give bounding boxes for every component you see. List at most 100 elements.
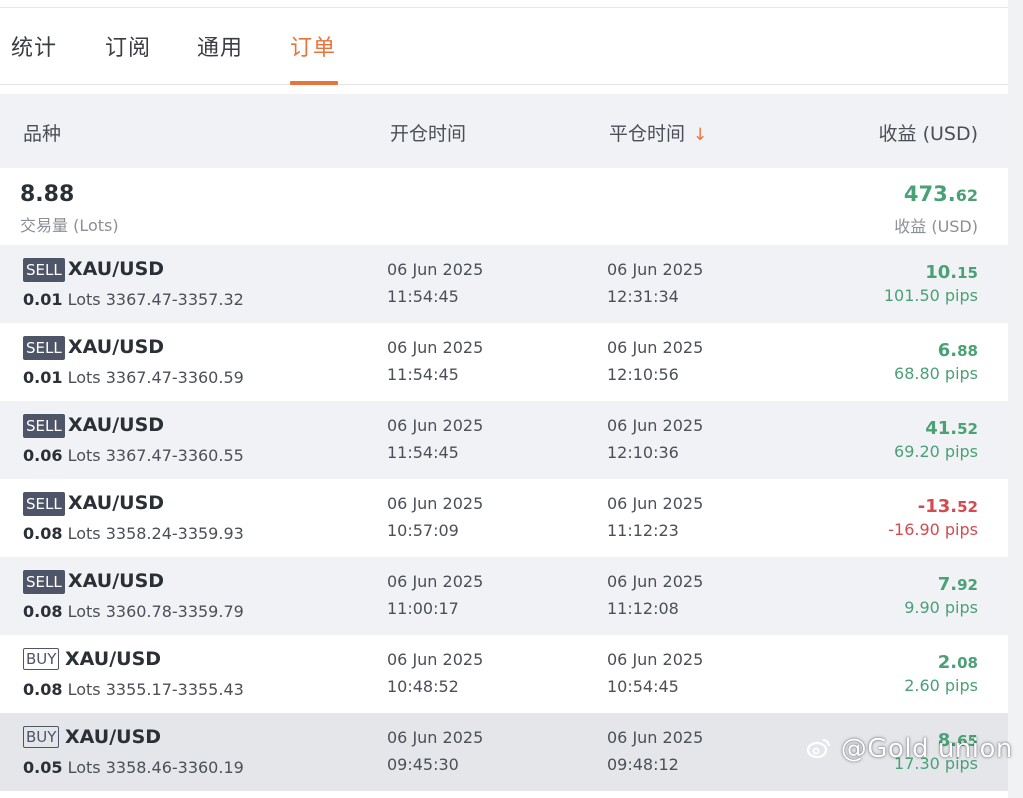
open-date: 06 Jun 2025 (387, 728, 484, 747)
close-date: 06 Jun 2025 (607, 650, 704, 669)
order-symbol: XAU/USD (65, 726, 162, 748)
close-date: 06 Jun 2025 (607, 572, 704, 591)
order-lots-unit: Lots (67, 290, 101, 309)
open-time-cell: 06 Jun 2025 11:54:45 (387, 256, 483, 310)
close-date: 06 Jun 2025 (607, 338, 704, 357)
order-profit: 10.15 (925, 262, 978, 283)
order-profit-dec: 92 (957, 576, 978, 594)
order-lots-line: 0.06 Lots 3367.47-3360.55 (23, 446, 244, 465)
tab-general[interactable]: 通用 (197, 30, 243, 62)
order-profit: 2.08 (938, 652, 978, 673)
summary-row: 8.88 交易量 (Lots) 473.62 收益 (USD) (0, 168, 1008, 245)
order-symbol: XAU/USD (68, 336, 165, 358)
close-time: 12:10:56 (607, 365, 679, 384)
side-badge: SELL (23, 258, 65, 282)
order-lots-unit: Lots (67, 602, 101, 621)
open-date: 06 Jun 2025 (387, 572, 484, 591)
orders-table: 品种 开仓时间 平仓时间 ↓ 收益 (USD) 8.88 交易量 (Lots) 4… (0, 94, 1008, 791)
tab-subscription[interactable]: 订阅 (105, 30, 151, 62)
close-date: 06 Jun 2025 (607, 260, 704, 279)
open-time-cell: 06 Jun 2025 10:48:52 (387, 646, 483, 700)
order-row[interactable]: SELL XAU/USD 0.01 Lots 3367.47-3360.59 0… (0, 323, 1008, 401)
order-profit: 7.92 (938, 574, 978, 595)
close-time-cell: 06 Jun 2025 10:54:45 (607, 646, 703, 700)
open-date: 06 Jun 2025 (387, 260, 484, 279)
order-lots-unit: Lots (67, 758, 101, 777)
order-profit: 41.52 (925, 418, 978, 439)
close-time: 09:48:12 (607, 755, 679, 774)
close-time-cell: 06 Jun 2025 11:12:23 (607, 490, 703, 544)
order-profit-int: 10. (925, 262, 958, 283)
total-profit-dec: 62 (955, 186, 978, 205)
open-time-cell: 06 Jun 2025 11:54:45 (387, 334, 483, 388)
order-row[interactable]: BUY XAU/USD 0.08 Lots 3355.17-3355.43 06… (0, 635, 1008, 713)
close-time-cell: 06 Jun 2025 11:12:08 (607, 568, 703, 622)
order-lots-unit: Lots (67, 368, 101, 387)
side-badge: SELL (23, 336, 65, 360)
order-lots: 0.08 (23, 680, 63, 699)
open-time: 11:00:17 (387, 599, 459, 618)
order-row[interactable]: SELL XAU/USD 0.01 Lots 3367.47-3357.32 0… (0, 245, 1008, 323)
order-pips: 101.50 pips (883, 286, 978, 305)
order-pips: 69.20 pips (894, 442, 978, 461)
order-profit-dec: 08 (957, 654, 978, 672)
tab-orders[interactable]: 订单 (290, 30, 336, 62)
open-date: 06 Jun 2025 (387, 338, 484, 357)
order-prices: 3367.47-3357.32 (105, 290, 244, 309)
order-symbol: XAU/USD (68, 570, 165, 592)
active-tab-indicator (290, 81, 338, 85)
open-date: 06 Jun 2025 (387, 416, 484, 435)
close-time-cell: 06 Jun 2025 09:48:12 (607, 724, 703, 778)
open-time: 11:54:45 (387, 443, 459, 462)
open-time-cell: 06 Jun 2025 11:54:45 (387, 412, 483, 466)
order-symbol: XAU/USD (68, 492, 165, 514)
watermark: @Gold union (806, 734, 1013, 764)
open-time-cell: 06 Jun 2025 09:45:30 (387, 724, 483, 778)
order-symbol: XAU/USD (65, 648, 162, 670)
close-date: 06 Jun 2025 (607, 416, 704, 435)
order-lots-line: 0.08 Lots 3358.24-3359.93 (23, 524, 244, 543)
watermark-text: @Gold union (840, 734, 1013, 764)
order-lots-line: 0.08 Lots 3360.78-3359.79 (23, 602, 244, 621)
order-lots-line: 0.01 Lots 3367.47-3360.59 (23, 368, 244, 387)
side-badge: SELL (23, 414, 65, 438)
tab-statistics[interactable]: 统计 (11, 30, 57, 62)
order-lots: 0.08 (23, 524, 63, 543)
open-date: 06 Jun 2025 (387, 494, 484, 513)
sort-down-icon[interactable]: ↓ (693, 125, 707, 145)
column-header-open-time[interactable]: 开仓时间 (390, 119, 466, 146)
order-lots: 0.06 (23, 446, 63, 465)
order-row[interactable]: SELL XAU/USD 0.06 Lots 3367.47-3360.55 0… (0, 401, 1008, 479)
close-time: 10:54:45 (607, 677, 679, 696)
order-lots: 0.01 (23, 368, 63, 387)
open-time-cell: 06 Jun 2025 10:57:09 (387, 490, 483, 544)
order-lots: 0.08 (23, 602, 63, 621)
order-profit: 6.88 (938, 340, 978, 361)
order-lots-unit: Lots (67, 446, 101, 465)
close-time: 11:12:08 (607, 599, 679, 618)
close-time: 12:31:34 (607, 287, 679, 306)
order-prices: 3358.46-3360.19 (105, 758, 244, 777)
order-pips: 68.80 pips (894, 364, 978, 383)
order-symbol: XAU/USD (68, 414, 165, 436)
close-time: 11:12:23 (607, 521, 679, 540)
column-header-close-time[interactable]: 平仓时间 ↓ (609, 119, 707, 146)
order-row[interactable]: SELL XAU/USD 0.08 Lots 3358.24-3359.93 0… (0, 479, 1008, 557)
open-time: 10:48:52 (387, 677, 459, 696)
close-time: 12:10:36 (607, 443, 679, 462)
column-header-symbol: 品种 (23, 123, 62, 145)
close-time-cell: 06 Jun 2025 12:31:34 (607, 256, 703, 310)
order-lots: 0.05 (23, 758, 63, 777)
order-pips: 2.60 pips (904, 676, 978, 695)
close-date: 06 Jun 2025 (607, 728, 704, 747)
order-profit-int: 7. (937, 574, 958, 595)
side-badge: BUY (23, 726, 60, 748)
order-profit-int: 2. (937, 652, 958, 673)
order-lots-unit: Lots (67, 680, 101, 699)
weibo-logo-icon (806, 734, 841, 764)
column-header-profit[interactable]: 收益 (USD) (879, 119, 978, 146)
order-row[interactable]: SELL XAU/USD 0.08 Lots 3360.78-3359.79 0… (0, 557, 1008, 635)
open-time: 11:54:45 (387, 365, 459, 384)
order-pips: 9.90 pips (904, 598, 978, 617)
total-profit-value: 473.62 (904, 182, 978, 206)
